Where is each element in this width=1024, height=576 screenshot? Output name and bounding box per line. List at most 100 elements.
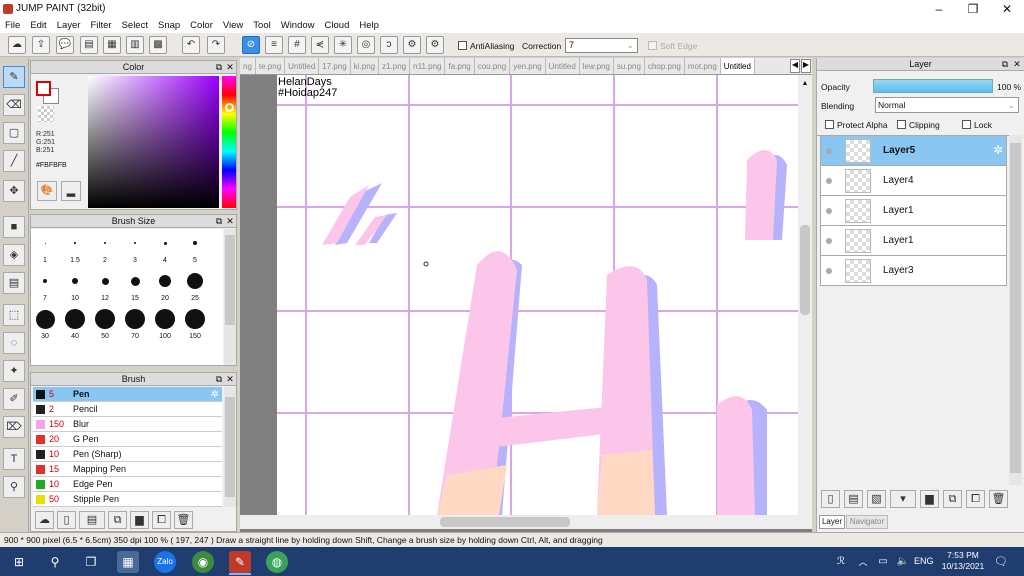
clock[interactable]: 7:53 PM 10/13/2021 [940, 550, 986, 572]
gradient-tool-icon[interactable]: ▤ [3, 272, 25, 294]
brush-size-dot[interactable] [74, 242, 76, 244]
gear-icon[interactable]: ✲ [993, 143, 1003, 157]
correction-select[interactable]: 7 ⌄ [565, 38, 638, 53]
horizontal-scroll-thumb[interactable] [440, 517, 570, 527]
panel-close-icon[interactable]: ✕ [1012, 58, 1022, 71]
select-rect-icon[interactable]: ⬚ [3, 304, 25, 326]
blending-select[interactable]: Normal ⌄ [875, 97, 1019, 113]
document-tab[interactable]: mot.png [685, 58, 721, 74]
menu-select[interactable]: Select [117, 18, 153, 33]
document-tab[interactable]: cou.png [475, 58, 511, 74]
palette-icon[interactable]: 🎨 [37, 181, 57, 201]
brush-item[interactable]: 10 Pen (Sharp) [33, 447, 222, 462]
search-icon[interactable]: ⚲ [44, 551, 66, 573]
hue-slider[interactable] [222, 76, 236, 208]
select-pen-icon[interactable]: ✐ [3, 388, 25, 410]
visibility-icon[interactable] [826, 238, 832, 244]
snap-extra-icon[interactable]: ⚙ [426, 36, 444, 54]
brush-item[interactable]: 50 Stipple Pen [33, 492, 222, 507]
brush-size-dot[interactable] [187, 273, 203, 289]
soft-edge-checkbox[interactable] [648, 41, 657, 50]
new-halftone-layer-icon[interactable]: ▤ [844, 490, 863, 508]
menu-view[interactable]: View [218, 18, 248, 33]
menu-file[interactable]: File [0, 18, 25, 33]
lasso-tool-icon[interactable]: ◌ [3, 332, 25, 354]
brush-size-dot[interactable] [185, 309, 205, 329]
layer-list-scrollbar[interactable] [1009, 135, 1022, 485]
eyedropper-tool-icon[interactable]: ⚲ [3, 476, 25, 498]
snap-off-icon[interactable]: ⊘ [242, 36, 260, 54]
brush-size-dot[interactable] [95, 309, 115, 329]
brush-item[interactable]: 20 G Pen [33, 432, 222, 447]
layer-row[interactable]: Layer5 ✲ [820, 136, 1007, 166]
chrome-icon[interactable]: ◍ [266, 551, 288, 573]
brush-delete-icon[interactable]: 🗑 [174, 511, 193, 529]
scroll-thumb[interactable] [225, 235, 235, 325]
brush-size-scrollbar[interactable] [224, 229, 236, 365]
bucket-tool-icon[interactable]: ◈ [3, 244, 25, 266]
document-tab[interactable]: lew.png [580, 58, 614, 74]
delete-layer-icon[interactable]: 🗑 [989, 490, 1008, 508]
document-tab[interactable]: te.png [256, 58, 286, 74]
layer-row[interactable]: Layer3 [820, 256, 1007, 286]
fill-rect-tool-icon[interactable]: ■ [3, 216, 25, 238]
brush-copy-icon[interactable]: ⧉ [108, 511, 127, 529]
document-tab[interactable]: ng [240, 58, 256, 74]
document-tab[interactable]: 17.png [319, 58, 351, 74]
new-brush-icon[interactable]: ▯ [57, 511, 76, 529]
menu-layer[interactable]: Layer [52, 18, 86, 33]
brush-size-dot[interactable] [193, 241, 197, 245]
panel-icon[interactable]: ▤ [80, 36, 98, 54]
brush-size-dot[interactable] [35, 309, 55, 329]
opacity-slider[interactable] [873, 79, 993, 93]
scroll-thumb[interactable] [225, 397, 235, 497]
snap-settings-icon[interactable]: ⚙ [403, 36, 421, 54]
brush-item[interactable]: 10 Edge Pen [33, 477, 222, 492]
gear-icon[interactable]: ✲ [211, 389, 219, 400]
tab-next-icon[interactable]: ▶ [801, 59, 811, 73]
maximize-icon[interactable]: ❐ [956, 0, 990, 18]
brush-item[interactable]: 5 Pen ✲ [33, 387, 222, 402]
comment-icon[interactable]: 💬 [56, 36, 74, 54]
volume-icon[interactable]: 🔈 [892, 551, 914, 573]
snap-perspective-icon[interactable]: ⋞ [311, 36, 329, 54]
move-tool-icon[interactable]: ✥ [3, 180, 25, 202]
browser-icon[interactable]: ◉ [192, 551, 214, 573]
menu-edit[interactable]: Edit [25, 18, 51, 33]
saturation-value-picker[interactable] [88, 76, 219, 208]
menu-window[interactable]: Window [276, 18, 320, 33]
layer-folder-icon[interactable]: ▆ [920, 490, 939, 508]
document-tab[interactable]: chop.png [645, 58, 685, 74]
foreground-color-swatch[interactable] [36, 81, 51, 96]
tab-layer[interactable]: Layer [819, 515, 845, 529]
document-tab[interactable]: Untitled [285, 58, 320, 74]
cloud-sync-icon[interactable]: ☁ [8, 36, 26, 54]
brush-size-dot[interactable] [104, 242, 106, 244]
layer-row[interactable]: Layer1 [820, 226, 1007, 256]
menu-help[interactable]: Help [354, 18, 384, 33]
panel-float-icon[interactable]: ⧉ [214, 215, 224, 228]
tab-prev-icon[interactable]: ◀ [790, 59, 800, 73]
people-icon[interactable]: ℛ [830, 551, 852, 573]
brush-tool-icon[interactable]: ✎ [3, 66, 25, 88]
menu-filter[interactable]: Filter [85, 18, 116, 33]
snap-parallel-icon[interactable]: ≡ [265, 36, 283, 54]
lock-checkbox[interactable] [962, 120, 971, 129]
tray-chevron-icon[interactable]: ︿ [852, 551, 874, 573]
new-layer-icon[interactable]: ▯ [821, 490, 840, 508]
line-tool-icon[interactable]: ╱ [3, 150, 25, 172]
snap-circle-icon[interactable]: ◎ [357, 36, 375, 54]
scroll-up-icon[interactable]: ▲ [799, 80, 811, 90]
brush-duplicate-icon[interactable]: ⧠ [152, 511, 171, 529]
scroll-thumb[interactable] [1010, 143, 1021, 473]
brush-size-dot[interactable] [133, 241, 137, 245]
menu-tool[interactable]: Tool [248, 18, 275, 33]
eraser-tool-icon[interactable]: ⌫ [3, 94, 25, 116]
snap-curve-icon[interactable]: ↄ [380, 36, 398, 54]
jump-paint-icon[interactable]: ✎ [229, 551, 251, 573]
brush-size-dot[interactable] [44, 242, 46, 244]
brush-size-dot[interactable] [159, 275, 171, 287]
select-eraser-icon[interactable]: ⌦ [3, 416, 25, 438]
brush-list-scrollbar[interactable] [224, 387, 236, 507]
windows-start-icon[interactable]: ⊞ [8, 551, 30, 573]
